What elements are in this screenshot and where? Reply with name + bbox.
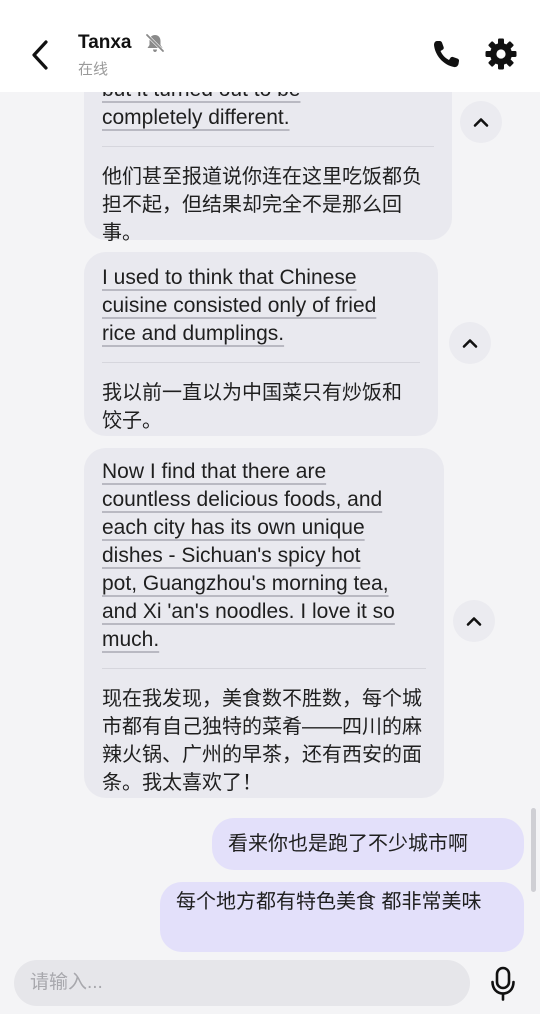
message-translation-text: 他们甚至报道说你连在这里吃饭都负担不起，但结果却完全不是那么回事。: [102, 166, 422, 244]
translation-divider: [102, 146, 434, 147]
scrollbar[interactable]: [531, 808, 536, 892]
message-original-text: Now I find that there are countless deli…: [102, 460, 395, 651]
gear-icon: [485, 38, 517, 70]
voice-input-button[interactable]: [488, 966, 518, 1002]
received-message-bubble[interactable]: Now I find that there are countless deli…: [84, 448, 444, 798]
chevron-up-icon: [462, 339, 478, 348]
bell-muted-icon: [144, 32, 166, 54]
back-chevron-icon: [32, 40, 48, 70]
message-original-text: but it turned out to be completely diffe…: [102, 92, 300, 129]
received-message-bubble[interactable]: but it turned out to be completely diffe…: [84, 92, 452, 244]
translation-divider: [102, 362, 420, 363]
chevron-up-icon: [466, 617, 482, 626]
collapse-translation-button[interactable]: [449, 322, 491, 364]
message-translation-text: 我以前一直以为中国菜只有炒饭和饺子。: [102, 382, 402, 432]
message-input[interactable]: [14, 960, 470, 1006]
sent-message-bubble[interactable]: 看来你也是跑了不少城市啊: [212, 818, 524, 870]
collapse-translation-button[interactable]: [453, 600, 495, 642]
message-original-text: I used to think that Chinese cuisine con…: [102, 266, 377, 345]
contact-info[interactable]: Tanxa 在线: [78, 32, 166, 79]
received-message-bubble[interactable]: I used to think that Chinese cuisine con…: [84, 252, 438, 436]
settings-button[interactable]: [484, 37, 518, 71]
microphone-icon: [491, 966, 515, 1001]
message-translation-text: 现在我发现，美食数不胜数，每个城市都有自己独特的菜肴——四川的麻辣火锅、广州的早…: [102, 688, 422, 794]
phone-icon: [434, 41, 460, 68]
chat-header: Tanxa 在线: [0, 0, 540, 92]
message-input-container[interactable]: [14, 960, 470, 1006]
contact-name: Tanxa: [78, 32, 132, 53]
sent-message-text: 看来你也是跑了不少城市啊: [228, 833, 468, 855]
sent-message-text: 每个地方都有特色美食 都非常美味: [176, 891, 482, 913]
online-status: 在线: [78, 61, 109, 78]
collapse-translation-button[interactable]: [460, 101, 502, 143]
call-button[interactable]: [431, 38, 461, 70]
translation-divider: [102, 668, 426, 669]
message-list[interactable]: but it turned out to be completely diffe…: [0, 92, 540, 952]
sent-message-bubble[interactable]: 每个地方都有特色美食 都非常美味: [160, 882, 524, 952]
chevron-up-icon: [473, 118, 489, 127]
back-button[interactable]: [26, 38, 56, 72]
